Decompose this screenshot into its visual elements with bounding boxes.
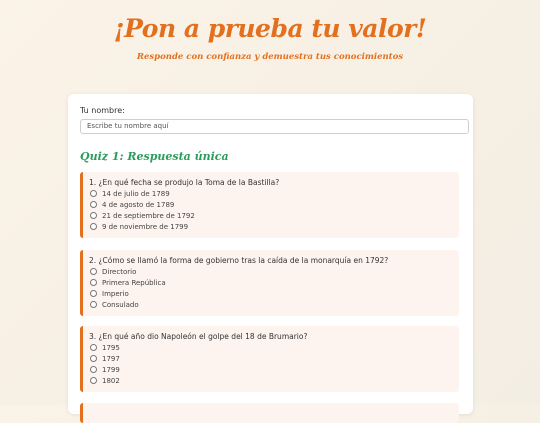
question-text: 2. ¿Cómo se llamó la forma de gobierno t… xyxy=(89,256,389,265)
option-label: Imperio xyxy=(102,290,129,298)
answer-option[interactable]: 21 de septiembre de 1792 xyxy=(90,211,195,220)
option-label: 1795 xyxy=(102,344,120,352)
answer-option[interactable]: 1797 xyxy=(90,354,120,363)
question-card: 3. ¿En qué año dio Napoleón el golpe del… xyxy=(80,326,459,392)
page-subtitle: Responde con confianza y demuestra tus c… xyxy=(136,52,404,62)
radio-button[interactable] xyxy=(90,354,97,362)
radio-button[interactable] xyxy=(90,222,97,230)
page-title: ¡Pon a prueba tu valor! xyxy=(113,14,427,43)
question-text: 1. ¿En qué fecha se produjo la Toma de l… xyxy=(89,178,280,187)
option-label: 1799 xyxy=(102,366,120,374)
option-label: 21 de septiembre de 1792 xyxy=(102,212,195,220)
radio-button[interactable] xyxy=(90,365,97,373)
answer-option[interactable]: 1802 xyxy=(90,376,120,385)
answer-option[interactable]: Consulado xyxy=(90,300,139,309)
option-label: 14 de julio de 1789 xyxy=(102,190,170,198)
radio-button[interactable] xyxy=(90,300,97,308)
question-card: 1. ¿En qué fecha se produjo la Toma de l… xyxy=(80,172,459,238)
answer-option[interactable]: Directorio xyxy=(90,267,137,276)
answer-option[interactable]: 1795 xyxy=(90,343,120,352)
quiz-title: Quiz 1: Respuesta única xyxy=(80,150,229,163)
radio-button[interactable] xyxy=(90,267,97,275)
radio-button[interactable] xyxy=(90,376,97,384)
option-label: 1802 xyxy=(102,377,120,385)
question-card: 2. ¿Cómo se llamó la forma de gobierno t… xyxy=(80,250,459,316)
option-label: 4 de agosto de 1789 xyxy=(102,201,175,209)
radio-button[interactable] xyxy=(90,343,97,351)
radio-button[interactable] xyxy=(90,289,97,297)
radio-button[interactable] xyxy=(90,200,97,208)
radio-button[interactable] xyxy=(90,211,97,219)
option-label: Primera República xyxy=(102,279,166,287)
option-label: Directorio xyxy=(102,268,137,276)
answer-option[interactable]: Imperio xyxy=(90,289,129,298)
option-label: 1797 xyxy=(102,355,120,363)
answer-option[interactable]: Primera República xyxy=(90,278,166,287)
option-label: Consulado xyxy=(102,301,139,309)
radio-button[interactable] xyxy=(90,278,97,286)
radio-button[interactable] xyxy=(90,189,97,197)
question-text: 3. ¿En qué año dio Napoleón el golpe del… xyxy=(89,332,308,341)
answer-option[interactable]: 14 de julio de 1789 xyxy=(90,189,170,198)
question-card xyxy=(80,403,459,423)
option-label: 9 de noviembre de 1799 xyxy=(102,223,189,231)
answer-option[interactable]: 4 de agosto de 1789 xyxy=(90,200,175,209)
answer-option[interactable]: 1799 xyxy=(90,365,120,374)
page-header: ¡Pon a prueba tu valor! Responde con con… xyxy=(0,14,540,62)
name-label: Tu nombre: xyxy=(80,106,125,115)
answer-option[interactable]: 9 de noviembre de 1799 xyxy=(90,222,189,231)
quiz-card: Tu nombre: Escribe tu nombre aquí Quiz 1… xyxy=(68,94,473,423)
name-input[interactable]: Escribe tu nombre aquí xyxy=(80,119,469,134)
